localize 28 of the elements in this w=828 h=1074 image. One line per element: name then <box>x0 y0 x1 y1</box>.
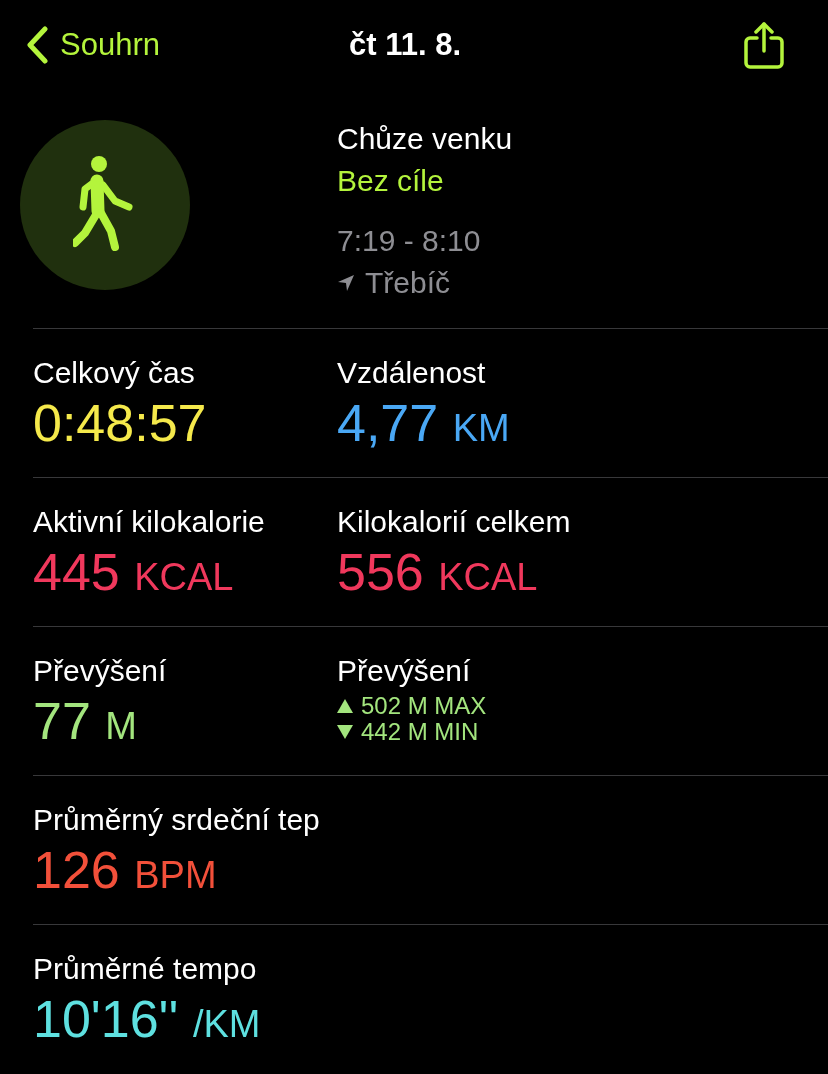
metric-value: 77 M <box>33 691 138 752</box>
share-icon[interactable] <box>744 21 784 69</box>
workout-time: 7:19 - 8:10 <box>337 223 482 259</box>
workout-location: Třebíč <box>365 265 451 301</box>
metric-label: Převýšení <box>33 653 168 689</box>
metric-value: 4,77 KM <box>337 393 511 454</box>
metric-value: 10'16'' /KM <box>33 989 262 1050</box>
nav-title: čt 11. 8. <box>349 27 461 63</box>
triangle-down-icon <box>337 724 353 740</box>
metric-label: Celkový čas <box>33 355 196 391</box>
range-value: 442 M MIN <box>361 719 479 745</box>
workout-name: Chůze venku <box>337 121 513 157</box>
range-value: 502 M MAX <box>361 693 487 719</box>
triangle-up-icon <box>337 698 353 714</box>
metric-label: Vzdálenost <box>337 355 487 391</box>
metric-label: Průměrný srdeční tep <box>33 802 321 838</box>
chevron-left-icon <box>26 26 48 64</box>
metric-label: Průměrné tempo <box>33 951 258 987</box>
metric-value: 445 KCAL <box>33 542 235 603</box>
metric-label: Kilokalorií celkem <box>337 504 572 540</box>
metric-value: 0:48:57 <box>33 393 208 454</box>
back-button[interactable]: Souhrn <box>26 26 160 64</box>
metric-value: 126 BPM <box>33 840 218 901</box>
metric-label: Převýšení <box>337 653 472 689</box>
workout-goal: Bez cíle <box>337 163 445 199</box>
location-arrow-icon <box>337 274 355 292</box>
metric-label: Aktivní kilokalorie <box>33 504 266 540</box>
metric-value: 556 KCAL <box>337 542 539 603</box>
